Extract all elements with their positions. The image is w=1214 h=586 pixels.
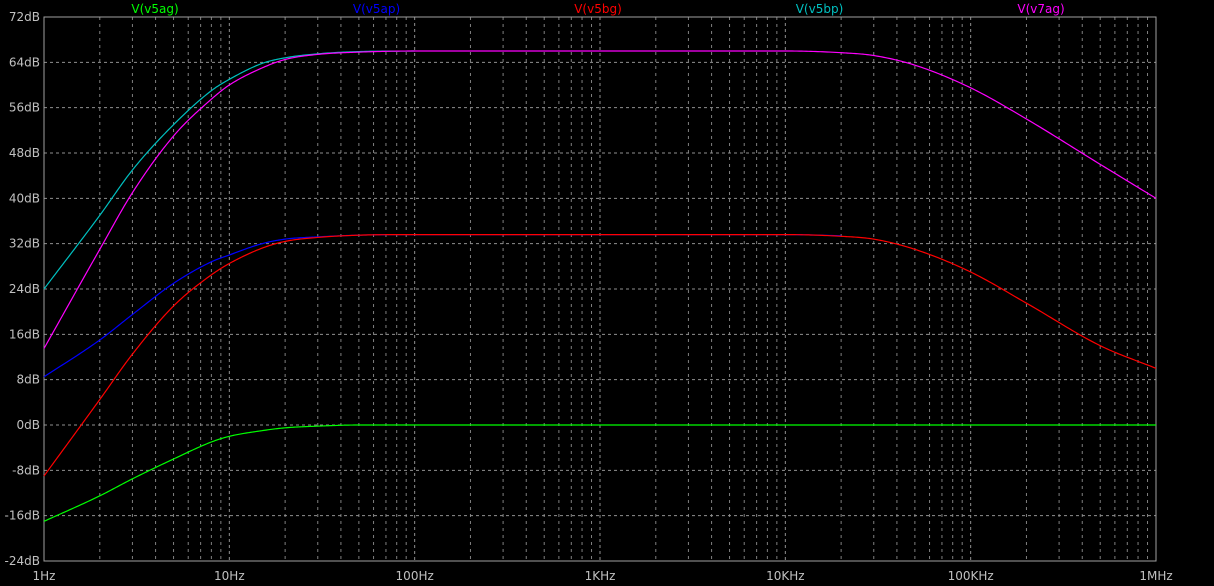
x-tick-label: 100KHz [948, 569, 994, 583]
series-line-vv5ap [43, 234, 842, 378]
y-tick-label: 0dB [17, 418, 40, 432]
x-tick-label: 10KHz [766, 569, 804, 583]
x-axis: 1Hz 10Hz 100Hz 1KHz 10KHz 100KHz 1MHz [33, 569, 1173, 583]
y-tick-label: -24dB [5, 554, 40, 568]
bode-plot: 72dB 64dB 56dB 48dB 40dB 32dB 24dB 16dB 8dB 0dB -8… [0, 0, 1214, 586]
y-tick-label: 8dB [17, 373, 40, 387]
x-tick-label: 1KHz [585, 569, 616, 583]
y-tick-label: 48dB [9, 146, 40, 160]
major-grid [43, 16, 1157, 562]
legend-item-vv7ag: V(v7ag) [1017, 2, 1064, 16]
x-tick-label: 100Hz [396, 569, 434, 583]
y-tick-label: 16dB [9, 327, 40, 341]
x-tick-label: 1MHz [1139, 569, 1172, 583]
x-tick-label: 10Hz [214, 569, 245, 583]
y-axis: 72dB 64dB 56dB 48dB 40dB 32dB 24dB 16dB 8dB 0dB -8… [5, 10, 40, 568]
y-tick-label: 72dB [9, 10, 40, 24]
legend-item-vv5bp: V(v5bp) [796, 2, 844, 16]
legend: V(v5ag) V(v5ap) V(v5bg) V(v5bp) V(v7ag) [131, 2, 1064, 16]
y-tick-label: 64dB [9, 55, 40, 69]
y-tick-label: 24dB [9, 282, 40, 296]
legend-item-vv5bg: V(v5bg) [574, 2, 622, 16]
bode-plot-svg: 72dB 64dB 56dB 48dB 40dB 32dB 24dB 16dB 8dB 0dB -8… [5, 2, 1173, 583]
y-tick-label: 56dB [9, 101, 40, 115]
legend-item-vv5ap: V(v5ap) [353, 2, 400, 16]
y-tick-label: 40dB [9, 191, 40, 205]
y-tick-label: 32dB [9, 237, 40, 251]
legend-item-vv5ag: V(v5ag) [131, 2, 178, 16]
y-tick-label: -16dB [5, 509, 40, 523]
x-tick-label: 1Hz [33, 569, 56, 583]
y-tick-label: -8dB [12, 463, 40, 477]
